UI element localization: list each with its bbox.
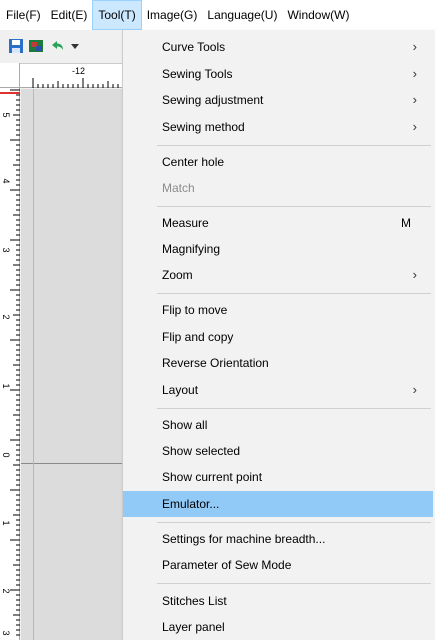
menu-item-label: Sewing method <box>162 120 245 134</box>
ruler-label: -12 <box>72 66 86 76</box>
menu-separator <box>157 145 431 146</box>
menu-separator <box>157 583 431 584</box>
save-icon[interactable] <box>8 38 24 54</box>
menu-item-label: Parameter of Sew Mode <box>162 558 292 572</box>
menu-item-curve-tools[interactable]: Curve Tools › <box>123 34 433 60</box>
menu-item-show-current-point[interactable]: Show current point <box>123 464 433 490</box>
menu-separator <box>157 206 431 207</box>
menu-language[interactable]: Language(U) <box>202 0 282 30</box>
menu-edit[interactable]: Edit(E) <box>46 0 93 30</box>
menu-item-measure[interactable]: Measure M <box>123 210 433 236</box>
menu-item-label: Zoom <box>162 268 193 282</box>
vertical-ruler-ticks <box>10 89 20 636</box>
horizontal-ruler: -12 <box>20 63 122 88</box>
menu-item-label: Show selected <box>162 444 241 458</box>
menu-item-label: Stitches List <box>162 594 227 608</box>
menu-item-label: Center hole <box>162 155 225 169</box>
ruler-label: 5 <box>1 112 11 118</box>
menu-item-label: Emulator... <box>162 497 220 511</box>
ruler-label: 1 <box>1 520 11 526</box>
chevron-right-icon: › <box>412 66 417 81</box>
menu-item-layout[interactable]: Layout › <box>123 377 433 403</box>
menu-item-label: Flip to move <box>162 303 228 317</box>
ruler-label: 3 <box>1 630 11 636</box>
chevron-right-icon: › <box>412 92 417 107</box>
menu-item-flip-to-move[interactable]: Flip to move <box>123 297 433 323</box>
image-icon[interactable] <box>28 38 44 54</box>
menu-item-show-selected[interactable]: Show selected <box>123 438 433 464</box>
chevron-right-icon: › <box>412 119 417 134</box>
chevron-right-icon: › <box>412 39 417 54</box>
menu-item-label: Sewing adjustment <box>162 93 264 107</box>
ruler-label: 2 <box>1 314 11 320</box>
menu-item-match: Match <box>123 175 433 201</box>
menu-item-reverse-orientation[interactable]: Reverse Orientation <box>123 350 433 376</box>
ruler-label: 3 <box>1 247 11 253</box>
drawing-canvas[interactable] <box>21 89 122 640</box>
menu-item-emulator[interactable]: Emulator... <box>123 491 433 517</box>
menu-file[interactable]: File(F) <box>1 0 46 30</box>
menu-item-label: Show current point <box>162 470 263 484</box>
menu-item-layer-panel[interactable]: Layer panel <box>123 614 433 640</box>
tool-menu-dropdown: Curve Tools › Sewing Tools › Sewing adju… <box>122 30 435 640</box>
menu-item-label: Layer panel <box>162 620 225 634</box>
ruler-label: 1 <box>1 383 11 389</box>
horizontal-ruler-ticks <box>32 78 119 88</box>
dropdown-arrow-icon[interactable] <box>71 44 79 49</box>
menu-item-label: Reverse Orientation <box>162 356 269 370</box>
ruler-marker <box>0 92 20 94</box>
menu-bar: File(F) Edit(E) Tool(T) Image(G) Languag… <box>0 0 435 30</box>
menu-item-label: Layout <box>162 383 199 397</box>
vertical-ruler: 5 4 3 2 1 0 1 2 3 <box>0 88 20 640</box>
menu-item-magnifying[interactable]: Magnifying <box>123 236 433 262</box>
menu-item-show-all[interactable]: Show all <box>123 412 433 438</box>
chevron-right-icon: › <box>412 382 417 397</box>
canvas-axis-vertical <box>33 89 34 640</box>
menu-item-sewing-tools[interactable]: Sewing Tools › <box>123 61 433 87</box>
menu-separator <box>157 293 431 294</box>
chevron-right-icon: › <box>412 267 417 282</box>
menu-item-sewing-method[interactable]: Sewing method › <box>123 114 433 140</box>
menu-window[interactable]: Window(W) <box>282 0 354 30</box>
menu-item-parameter-sew-mode[interactable]: Parameter of Sew Mode <box>123 552 433 578</box>
menu-item-center-hole[interactable]: Center hole <box>123 149 433 175</box>
ruler-corner <box>0 63 20 88</box>
ruler-label: 2 <box>1 588 11 594</box>
menu-item-label: Show all <box>162 418 208 432</box>
menu-item-label: Sewing Tools <box>162 67 233 81</box>
menu-image[interactable]: Image(G) <box>142 0 203 30</box>
menu-item-label: Magnifying <box>162 242 221 256</box>
canvas-axis-horizontal <box>21 463 122 464</box>
menu-item-label: Settings for machine breadth... <box>162 532 326 546</box>
undo-icon[interactable] <box>49 38 65 54</box>
menu-item-zoom[interactable]: Zoom › <box>123 262 433 288</box>
ruler-label: 0 <box>1 452 11 458</box>
menu-item-flip-and-copy[interactable]: Flip and copy <box>123 324 433 350</box>
toolbar <box>0 30 122 62</box>
menu-item-settings-machine-breadth[interactable]: Settings for machine breadth... <box>123 526 433 552</box>
menu-separator <box>157 522 431 523</box>
menu-item-sewing-adjustment[interactable]: Sewing adjustment › <box>123 87 433 113</box>
shortcut-label: M <box>401 216 411 230</box>
menu-item-label: Measure <box>162 216 209 230</box>
menu-tool[interactable]: Tool(T) <box>92 0 142 30</box>
menu-item-stitches-list[interactable]: Stitches List <box>123 588 433 614</box>
menu-item-label: Match <box>162 181 195 195</box>
menu-item-label: Flip and copy <box>162 330 234 344</box>
menu-separator <box>157 408 431 409</box>
menu-item-label: Curve Tools <box>162 40 226 54</box>
ruler-label: 4 <box>1 178 11 184</box>
